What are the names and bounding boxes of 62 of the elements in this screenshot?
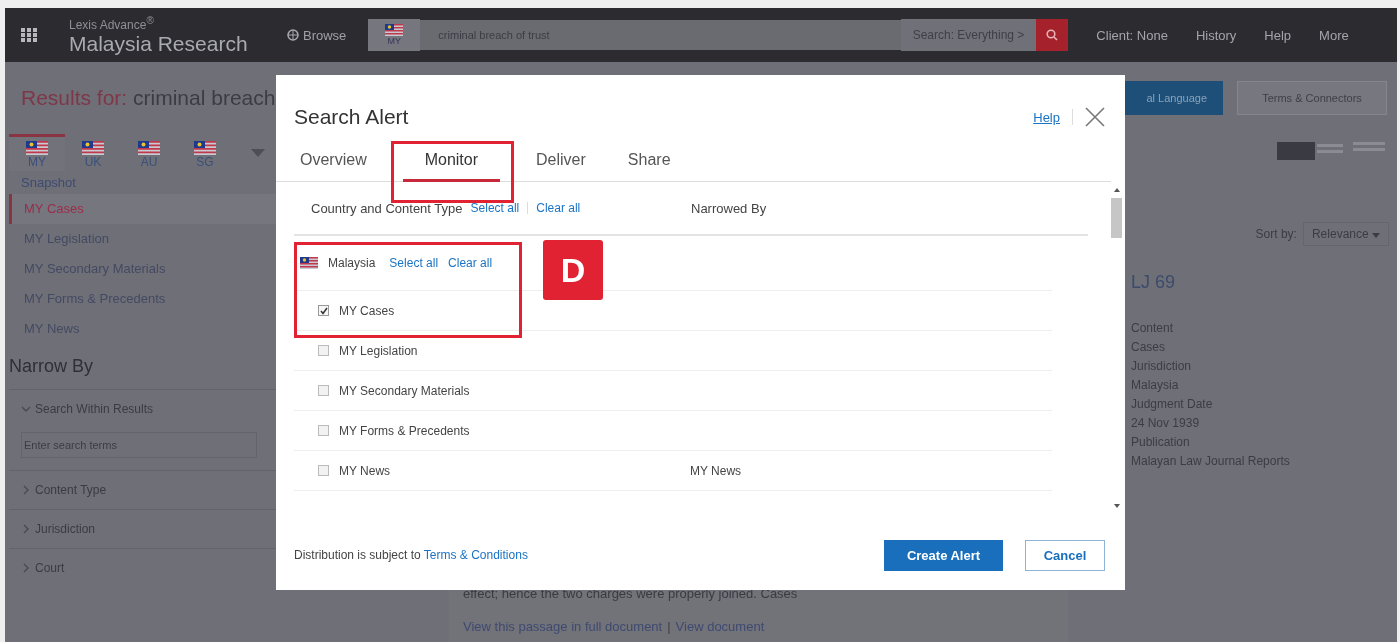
close-icon — [1085, 107, 1105, 127]
tab[interactable]: Monitor — [402, 145, 501, 182]
chevron-icon — [21, 485, 31, 495]
create-alert-button[interactable]: Create Alert — [884, 539, 1003, 571]
chevron-icon — [21, 524, 31, 534]
caret-icon — [1372, 233, 1380, 238]
checkmark-icon — [319, 306, 328, 315]
narrowed-by-text: MY News — [690, 463, 742, 478]
flag-icon — [82, 141, 104, 155]
select-all-link[interactable]: Select all — [470, 201, 520, 215]
clear-all-link[interactable]: Clear all — [448, 256, 493, 270]
brand-title: Malaysia Research — [69, 32, 249, 56]
tab[interactable]: Deliver — [530, 145, 592, 182]
content-type-label: MY Secondary Materials — [339, 383, 470, 398]
browse-button[interactable]: Browse — [275, 27, 359, 43]
separator: | — [667, 619, 671, 634]
content-type-label: MY Legislation — [339, 343, 418, 358]
clear-all-link[interactable]: Clear all — [536, 201, 581, 215]
flag-icon — [385, 24, 404, 36]
menu-icon — [21, 28, 37, 42]
terms-link[interactable]: Terms & Conditions — [423, 548, 528, 562]
checkbox[interactable] — [318, 385, 329, 396]
checkbox[interactable] — [318, 345, 329, 356]
step-badge: D — [543, 240, 603, 300]
nav-link[interactable]: Client: None — [1096, 27, 1168, 43]
country-name: Malaysia — [328, 256, 376, 270]
checkbox[interactable] — [318, 305, 329, 316]
category-label: MY Cases — [24, 201, 84, 216]
chevron-icon — [21, 563, 31, 573]
nav-link[interactable]: History — [1195, 27, 1237, 43]
content-type-label: MY News — [339, 463, 391, 478]
nav-link[interactable]: Help — [1264, 27, 1292, 43]
view-toggle-icon — [1277, 140, 1387, 162]
content-type-label: MY Cases — [339, 303, 395, 318]
globe-icon — [287, 29, 299, 41]
select-all-link[interactable]: Select all — [389, 256, 439, 270]
brand-subtitle: Lexis Advance$^{®}$ — [69, 14, 155, 32]
jurisdiction-dropdown[interactable]: MY — [368, 19, 421, 51]
column-heading: Narrowed By — [691, 200, 767, 216]
dialog-title: Search Alert — [294, 105, 409, 129]
close-button[interactable] — [1085, 107, 1105, 127]
flag-icon — [194, 141, 216, 155]
nav-link[interactable]: More — [1319, 27, 1349, 43]
category-item[interactable]: MY Cases — [9, 194, 279, 224]
column-heading: Country and Content Type — [311, 200, 463, 216]
flag-icon — [138, 141, 160, 155]
flag-icon — [300, 257, 318, 269]
checkbox[interactable] — [318, 465, 329, 476]
results-label: Results for: — [21, 86, 128, 109]
caret-icon — [251, 148, 265, 157]
search-button[interactable] — [1036, 19, 1069, 51]
section-heading: Narrow By — [9, 355, 94, 378]
disclaimer-text: Distribution is subject to Terms & Conditions — [294, 548, 528, 562]
search-icon — [1046, 29, 1059, 41]
tab[interactable]: Overview — [294, 145, 373, 182]
tab[interactable]: Share — [621, 145, 677, 182]
content-type-label: MY Forms & Precedents — [339, 423, 470, 438]
flag-icon — [26, 141, 48, 155]
cancel-button[interactable]: Cancel — [1025, 539, 1105, 571]
help-link[interactable]: Help — [1033, 109, 1060, 125]
chevron-icon — [21, 404, 31, 414]
checkbox[interactable] — [318, 425, 329, 436]
